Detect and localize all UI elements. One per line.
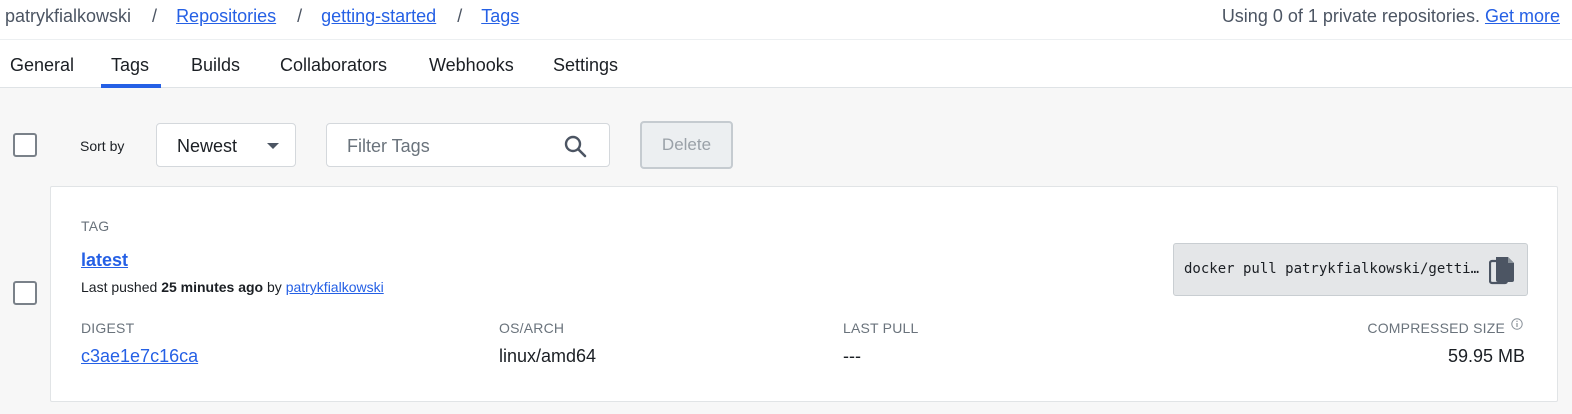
info-icon[interactable]	[1511, 318, 1523, 330]
tab-general[interactable]: General	[10, 55, 74, 76]
compressed-size-value: 59.95 MB	[1447, 346, 1525, 366]
breadcrumb-separator: /	[457, 6, 463, 26]
tab-settings[interactable]: Settings	[553, 55, 618, 76]
tab-tags[interactable]: Tags	[111, 55, 149, 76]
digest-link[interactable]: c3ae1e7c16ca	[81, 346, 198, 367]
os-arch-value: linux/amd64	[499, 346, 597, 366]
sort-select-value: Newest	[177, 136, 238, 156]
tab-builds[interactable]: Builds	[191, 55, 240, 76]
pushed-by: by	[267, 279, 282, 295]
last-pushed-info: Last pushed 25 minutes ago by patrykfial…	[81, 279, 384, 295]
last-pull-column-label: LAST PULL	[843, 320, 919, 336]
delete-button[interactable]: Delete	[640, 121, 733, 169]
breadcrumb-separator: /	[152, 6, 158, 26]
usage-text: Using 0 of 1 private repositories.	[1221, 6, 1480, 26]
sort-select[interactable]: Newest	[156, 123, 296, 167]
copy-icon[interactable]	[1489, 256, 1515, 286]
tab-webhooks[interactable]: Webhooks	[429, 55, 514, 76]
os-arch-column-label: OS/ARCH	[499, 320, 565, 336]
breadcrumb-repositories-link[interactable]: Repositories	[176, 6, 276, 27]
tag-card: TAG latest Last pushed 25 minutes ago by…	[50, 186, 1558, 402]
breadcrumb-owner: patrykfialkowski	[5, 6, 132, 26]
filter-tags-field[interactable]	[326, 123, 610, 167]
pushed-prefix: Last pushed	[81, 279, 158, 295]
top-bar: patrykfialkowski / Repositories / gettin…	[0, 0, 1572, 40]
digest-column-label: DIGEST	[81, 320, 135, 336]
tag-name-link[interactable]: latest	[81, 250, 128, 271]
tag-row-checkbox[interactable]	[13, 281, 37, 305]
breadcrumb: patrykfialkowski / Repositories / gettin…	[5, 6, 519, 27]
pull-command-box: docker pull patrykfialkowski/getting-sta…	[1173, 243, 1528, 296]
pushed-time: 25 minutes ago	[161, 279, 264, 295]
breadcrumb-separator: /	[297, 6, 303, 26]
last-pull-value: ---	[843, 346, 861, 366]
pull-command-text: docker pull patrykfialkowski/getting-sta…	[1184, 261, 1484, 277]
tag-section-label: TAG	[81, 218, 110, 234]
chevron-down-icon	[267, 143, 279, 149]
tags-content: Sort by Newest Delete TAG latest Last pu…	[0, 88, 1572, 414]
breadcrumb-tags-link[interactable]: Tags	[481, 6, 519, 27]
filter-tags-input[interactable]	[347, 134, 547, 158]
repo-tabs: General Tags Builds Collaborators Webhoo…	[0, 40, 1572, 88]
pushed-user-link[interactable]: patrykfialkowski	[286, 279, 384, 295]
get-more-link[interactable]: Get more	[1485, 6, 1560, 26]
tab-collaborators[interactable]: Collaborators	[280, 55, 387, 76]
compressed-size-column-label: COMPRESSED SIZE	[1367, 320, 1505, 336]
breadcrumb-repo-link[interactable]: getting-started	[321, 6, 436, 27]
usage-notice: Using 0 of 1 private repositories. Get m…	[1222, 6, 1560, 27]
search-icon[interactable]	[563, 134, 587, 158]
sort-by-label: Sort by	[80, 138, 125, 154]
select-all-checkbox[interactable]	[13, 133, 37, 157]
